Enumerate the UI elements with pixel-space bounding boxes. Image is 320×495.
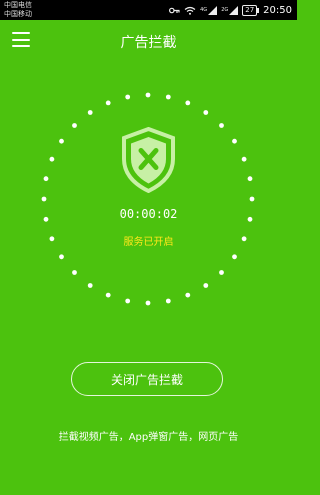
- ring-dot: [165, 94, 171, 100]
- ring-dot: [87, 110, 93, 115]
- service-status: 服务已开启: [123, 237, 174, 248]
- ring-dot: [87, 283, 93, 288]
- ring-dot: [43, 176, 49, 182]
- ring-dot: [232, 254, 237, 260]
- ring-dot: [219, 270, 224, 275]
- ring-dot: [232, 138, 237, 144]
- ring-dot: [59, 254, 64, 260]
- ring-dot: [219, 123, 224, 128]
- shield-x-icon: [122, 127, 175, 193]
- feature-description: 拦截视频广告，App弹窗广告，网页广告: [58, 432, 239, 443]
- ring-dot: [105, 100, 111, 106]
- ring-dot: [49, 156, 55, 162]
- ring-dot: [249, 196, 255, 202]
- ring-dot: [72, 123, 77, 128]
- ring-dot: [203, 110, 209, 115]
- elapsed-timer: 00:00:02: [119, 207, 178, 221]
- ring-dot: [125, 298, 131, 304]
- ring-dot: [165, 298, 171, 304]
- disable-ad-block-button[interactable]: 关闭广告拦截: [71, 362, 223, 396]
- ring-dot: [185, 100, 191, 106]
- ring-dot: [247, 176, 253, 182]
- ring-dot: [145, 92, 151, 98]
- ring-dot: [125, 94, 131, 100]
- ring-dot: [185, 292, 191, 298]
- ring-dot: [241, 156, 247, 162]
- ring-dot: [105, 292, 111, 298]
- ring-dot: [203, 283, 209, 288]
- ring-dot: [145, 300, 151, 306]
- ring-dot: [59, 138, 64, 144]
- ring-dot: [41, 196, 47, 202]
- ring-dot: [72, 270, 77, 275]
